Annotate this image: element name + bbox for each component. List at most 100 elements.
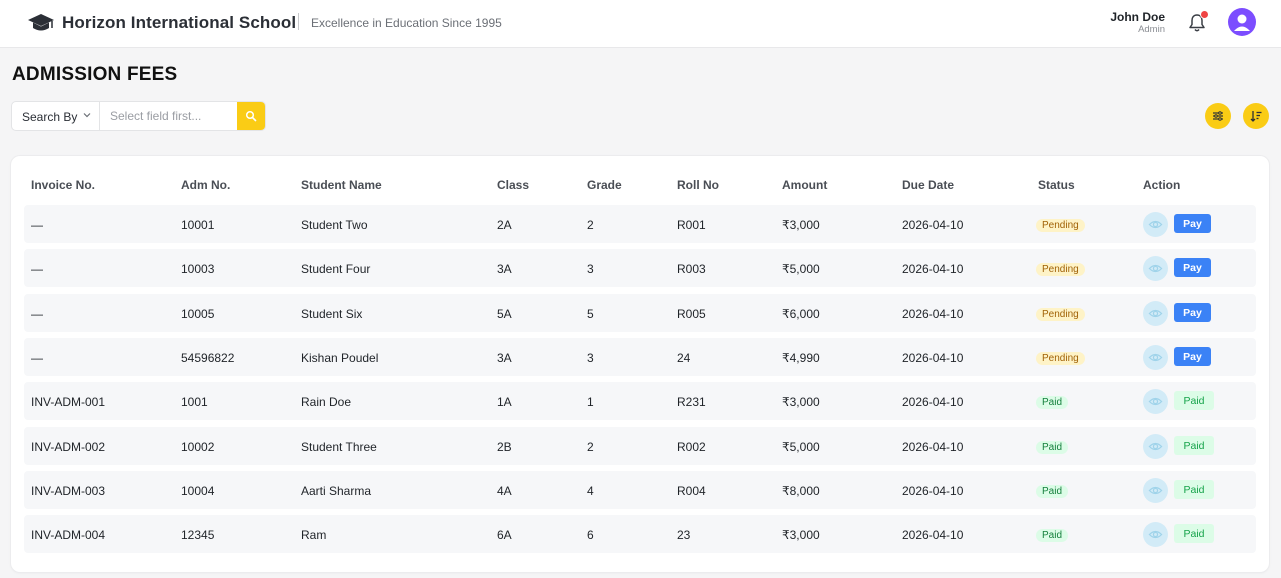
user-role: Admin — [1138, 24, 1165, 35]
cell-invoice: INV-ADM-001 — [31, 395, 106, 409]
cell-grade: 3 — [587, 351, 594, 365]
cell-adm-no: 12345 — [181, 528, 215, 542]
cell-class: 5A — [497, 307, 512, 321]
cell-adm-no: 1001 — [181, 395, 208, 409]
cell-due-date: 2026-04-10 — [902, 351, 964, 365]
notification-dot — [1200, 10, 1209, 19]
cell-student-name: Ram — [301, 528, 327, 542]
eye-icon — [1148, 530, 1163, 539]
pay-button[interactable]: Pay — [1174, 258, 1211, 277]
chevron-down-icon — [83, 113, 91, 118]
cell-grade: 6 — [587, 528, 594, 542]
eye-icon — [1148, 309, 1163, 318]
search-button[interactable] — [237, 102, 265, 130]
column-header-amount: Amount — [782, 178, 828, 192]
cell-due-date: 2026-04-10 — [902, 218, 964, 232]
paid-indicator: Paid — [1174, 480, 1214, 499]
view-button[interactable] — [1143, 389, 1168, 414]
cell-roll-no: R002 — [677, 440, 706, 454]
cell-invoice: — — [31, 307, 43, 321]
cell-adm-no: 10002 — [181, 440, 215, 454]
cell-student-name: Student Six — [301, 307, 363, 321]
user-name: John Doe — [1110, 10, 1165, 24]
cell-invoice: — — [31, 351, 43, 365]
status-badge: Paid — [1036, 485, 1069, 498]
graduation-cap-icon — [28, 14, 54, 31]
eye-icon — [1148, 353, 1163, 362]
table-row: — 10005 Student Six 5A 5 R005 ₹6,000 2026-04-10… — [24, 294, 1256, 332]
cell-class: 6A — [497, 528, 512, 542]
search-icon — [245, 110, 257, 122]
column-header-student-name: Student Name — [301, 178, 382, 192]
status-badge: Paid — [1036, 441, 1069, 454]
cell-invoice: — — [31, 262, 43, 276]
cell-roll-no: R003 — [677, 262, 706, 276]
table-row: — 54596822 Kishan Poudel 3A 3 24 ₹4,990 2026-04… — [24, 338, 1256, 376]
pay-button[interactable]: Pay — [1174, 214, 1211, 233]
cell-amount: ₹3,000 — [782, 218, 820, 232]
column-header-invoice: Invoice No. — [31, 178, 96, 192]
cell-grade: 4 — [587, 484, 594, 498]
status-badge: Pending — [1036, 219, 1085, 232]
filter-button[interactable] — [1205, 103, 1231, 129]
table-row: INV-ADM-003 10004 Aarti Sharma 4A 4 R004 ₹8,00… — [24, 471, 1256, 509]
cell-adm-no: 10003 — [181, 262, 215, 276]
cell-roll-no: 24 — [677, 351, 691, 365]
top-header: Horizon International School Excellence … — [0, 0, 1281, 48]
user-icon — [1234, 14, 1250, 31]
cell-grade: 1 — [587, 395, 594, 409]
cell-due-date: 2026-04-10 — [902, 307, 964, 321]
cell-roll-no: 23 — [677, 528, 691, 542]
cell-amount: ₹3,000 — [782, 395, 820, 409]
view-button[interactable] — [1143, 522, 1168, 547]
cell-adm-no: 10001 — [181, 218, 215, 232]
school-name: Horizon International School — [62, 13, 297, 32]
view-button[interactable] — [1143, 301, 1168, 326]
search-by-label: Search By — [22, 110, 78, 124]
pay-button[interactable]: Pay — [1174, 303, 1211, 322]
cell-grade: 5 — [587, 307, 594, 321]
cell-adm-no: 10005 — [181, 307, 215, 321]
cell-amount: ₹3,000 — [782, 528, 820, 542]
eye-icon — [1148, 486, 1163, 495]
page-title: ADMISSION FEES — [12, 64, 178, 85]
cell-due-date: 2026-04-10 — [902, 484, 964, 498]
view-button[interactable] — [1143, 345, 1168, 370]
table-row: INV-ADM-004 12345 Ram 6A 6 23 ₹3,000 2026-04-10… — [24, 515, 1256, 553]
paid-indicator: Paid — [1174, 436, 1214, 455]
pay-button[interactable]: Pay — [1174, 347, 1211, 366]
column-header-class: Class — [497, 178, 530, 192]
cell-grade: 2 — [587, 218, 594, 232]
cell-class: 4A — [497, 484, 512, 498]
cell-due-date: 2026-04-10 — [902, 262, 964, 276]
table-row: INV-ADM-002 10002 Student Three 2B 2 R002 ₹5,0… — [24, 427, 1256, 465]
search-by-dropdown[interactable]: Search By — [12, 102, 100, 130]
cell-invoice: INV-ADM-003 — [31, 484, 106, 498]
cell-roll-no: R005 — [677, 307, 706, 321]
cell-student-name: Student Four — [301, 262, 371, 276]
table-row: INV-ADM-001 1001 Rain Doe 1A 1 R231 ₹3,000 2026… — [24, 382, 1256, 420]
cell-class: 2B — [497, 440, 512, 454]
cell-grade: 3 — [587, 262, 594, 276]
view-button[interactable] — [1143, 434, 1168, 459]
cell-amount: ₹8,000 — [782, 484, 820, 498]
sort-button[interactable] — [1243, 103, 1269, 129]
view-button[interactable] — [1143, 478, 1168, 503]
cell-due-date: 2026-04-10 — [902, 440, 964, 454]
column-header-adm-no: Adm No. — [181, 178, 231, 192]
cell-due-date: 2026-04-10 — [902, 395, 964, 409]
eye-icon — [1148, 264, 1163, 273]
cell-student-name: Student Two — [301, 218, 368, 232]
status-badge: Pending — [1036, 263, 1085, 276]
cell-student-name: Student Three — [301, 440, 377, 454]
search-input[interactable] — [101, 102, 239, 130]
cell-invoice: — — [31, 218, 43, 232]
sort-icon — [1250, 111, 1262, 122]
view-button[interactable] — [1143, 212, 1168, 237]
view-button[interactable] — [1143, 256, 1168, 281]
column-header-action: Action — [1143, 178, 1181, 192]
column-header-roll-no: Roll No — [677, 178, 719, 192]
eye-icon — [1148, 220, 1163, 229]
status-badge: Pending — [1036, 352, 1085, 365]
avatar[interactable] — [1228, 8, 1256, 36]
